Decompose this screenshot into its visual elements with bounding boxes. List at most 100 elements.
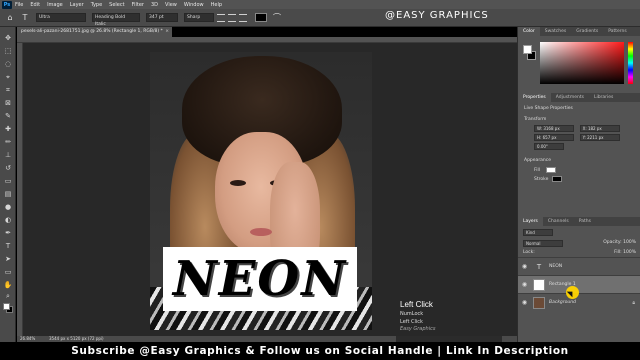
visibility-eye-icon[interactable]: ◉ [521,281,528,288]
brush-tool-icon[interactable]: ✏ [3,137,13,147]
properties-panel: Properties Adjustments Libraries Live Sh… [518,93,640,186]
zoom-level[interactable]: 26.84% [20,336,35,341]
pen-tool-icon[interactable]: ✒ [3,228,13,238]
menu-3d[interactable]: 3D [151,2,158,8]
menu-bar: Ps File Edit Image Layer Type Select Fil… [0,0,640,9]
gradient-tool-icon[interactable]: ▤ [3,189,13,199]
keystroke-overlay: Left Click NumLock Left Click Easy Graph… [396,296,502,342]
channel-watermark: @EASY GRAPHICS [385,10,489,21]
tab-adjustments[interactable]: Adjustments [551,93,589,102]
stroke-swatch[interactable] [552,176,563,182]
menu-layer[interactable]: Layer [70,2,84,8]
layers-tabs: Layers Channels Paths [518,217,640,226]
document-tab-label: pexels-ali-pazani-2681751.jpg @ 26.8% (R… [21,29,163,34]
lock-label: Lock: [523,250,535,255]
shape-thumbnail-icon [533,278,545,291]
menu-help[interactable]: Help [211,2,222,8]
align-right-button[interactable] [239,13,247,22]
menu-filter[interactable]: Filter [132,2,144,8]
neon-text-layer[interactable]: NEON [163,247,357,311]
height-field[interactable]: H: 657 px [534,134,574,141]
x-field[interactable]: X: 182 px [579,125,620,132]
layer-row-rectangle[interactable]: ◉ Rectangle 1 [518,275,640,293]
menu-select[interactable]: Select [109,2,124,8]
tab-layers[interactable]: Layers [518,217,543,226]
layer-row-background[interactable]: ◉ Background 🔒︎ [518,293,640,311]
tab-patterns[interactable]: Patterns [603,27,632,36]
layer-name: NEON [549,264,563,269]
blur-tool-icon[interactable]: ● [3,202,13,212]
menu-view[interactable]: View [165,2,177,8]
menu-file[interactable]: File [15,2,23,8]
foreground-color-swatch[interactable] [3,303,10,310]
eraser-tool-icon[interactable]: ▭ [3,176,13,186]
angle-field[interactable]: 0.00° [534,143,564,150]
tools-panel: ✥ ⬚ ◌ ⌖ ⌗ ⊠ ✎ ✚ ✏ ⊥ ↺ ▭ ▤ ● ◐ ✒ T ➤ ▭ ✋ … [0,27,16,342]
stamp-tool-icon[interactable]: ⊥ [3,150,13,160]
close-icon[interactable]: × [165,27,169,37]
appearance-label: Appearance [524,158,552,163]
keycast-title: Left Click [400,300,433,309]
type-tool-icon[interactable]: T [20,13,30,23]
menu-image[interactable]: Image [47,2,63,8]
panel-foreground-swatch[interactable] [523,45,532,54]
options-bar: ⌂ T Ultra Heading Bold Italic 347 pt Sha… [0,9,640,27]
keycast-line-2: Left Click [400,319,423,325]
width-field[interactable]: W: 3168 px [534,125,574,132]
lasso-tool-icon[interactable]: ◌ [3,59,13,69]
visibility-eye-icon[interactable]: ◉ [521,299,528,306]
text-color-swatch[interactable] [255,13,267,22]
crop-tool-icon[interactable]: ⌗ [3,85,13,95]
healing-tool-icon[interactable]: ✚ [3,124,13,134]
hue-slider[interactable] [628,42,633,84]
tab-color[interactable]: Color [518,27,540,36]
warp-text-icon[interactable]: ⌒ [272,13,282,23]
opacity-field[interactable]: Opacity: 100% [603,240,636,247]
align-left-button[interactable] [217,13,225,22]
home-icon[interactable]: ⌂ [5,13,15,23]
blend-mode-select[interactable]: Normal [523,240,563,247]
keycast-line-1: NumLock [400,311,424,317]
layer-filter-select[interactable]: Kind [523,229,553,236]
layer-row-neon[interactable]: ◉ T NEON [518,257,640,275]
color-field[interactable] [540,42,624,84]
frame-tool-icon[interactable]: ⊠ [3,98,13,108]
history-brush-icon[interactable]: ↺ [3,163,13,173]
left-ruler [17,43,23,336]
visibility-eye-icon[interactable]: ◉ [521,263,528,270]
antialias-select[interactable]: Sharp [184,13,214,22]
zoom-tool-icon[interactable]: ⌕ [3,291,13,301]
fill-swatch[interactable] [546,167,557,173]
subscribe-banner: Subscribe @Easy Graphics & Follow us on … [0,342,640,360]
tab-gradients[interactable]: Gradients [571,27,603,36]
document-tab[interactable]: pexels-ali-pazani-2681751.jpg @ 26.8% (R… [17,27,172,37]
tab-properties[interactable]: Properties [518,93,551,102]
layer-name: Background [549,300,576,305]
tab-swatches[interactable]: Swatches [540,27,572,36]
move-tool-icon[interactable]: ✥ [3,33,13,43]
tab-libraries[interactable]: Libraries [589,93,618,102]
tab-paths[interactable]: Paths [574,217,596,226]
text-layer-icon: T [536,262,542,271]
fill-field[interactable]: Fill: 100% [614,250,636,255]
font-size-field[interactable]: 347 pt [146,13,178,22]
live-shape-label: Live Shape Properties [524,106,573,111]
menu-window[interactable]: Window [184,2,204,8]
marquee-tool-icon[interactable]: ⬚ [3,46,13,56]
quick-select-tool-icon[interactable]: ⌖ [3,72,13,82]
shape-tool-icon[interactable]: ▭ [3,267,13,277]
lock-icon[interactable]: 🔒︎ [632,300,635,306]
font-family-select[interactable]: Ultra [36,13,86,22]
font-style-select[interactable]: Heading Bold Italic [92,13,140,27]
hand-tool-icon[interactable]: ✋ [3,280,13,290]
dodge-tool-icon[interactable]: ◐ [3,215,13,225]
path-select-tool-icon[interactable]: ➤ [3,254,13,264]
y-field[interactable]: Y: 2211 px [579,134,620,141]
layers-panel: Layers Channels Paths Kind Normal Opacit… [518,217,640,311]
menu-type[interactable]: Type [91,2,102,8]
tab-channels[interactable]: Channels [543,217,574,226]
type-tool-side-icon[interactable]: T [3,241,13,251]
align-center-button[interactable] [228,13,236,22]
menu-edit[interactable]: Edit [30,2,40,8]
eyedropper-tool-icon[interactable]: ✎ [3,111,13,121]
